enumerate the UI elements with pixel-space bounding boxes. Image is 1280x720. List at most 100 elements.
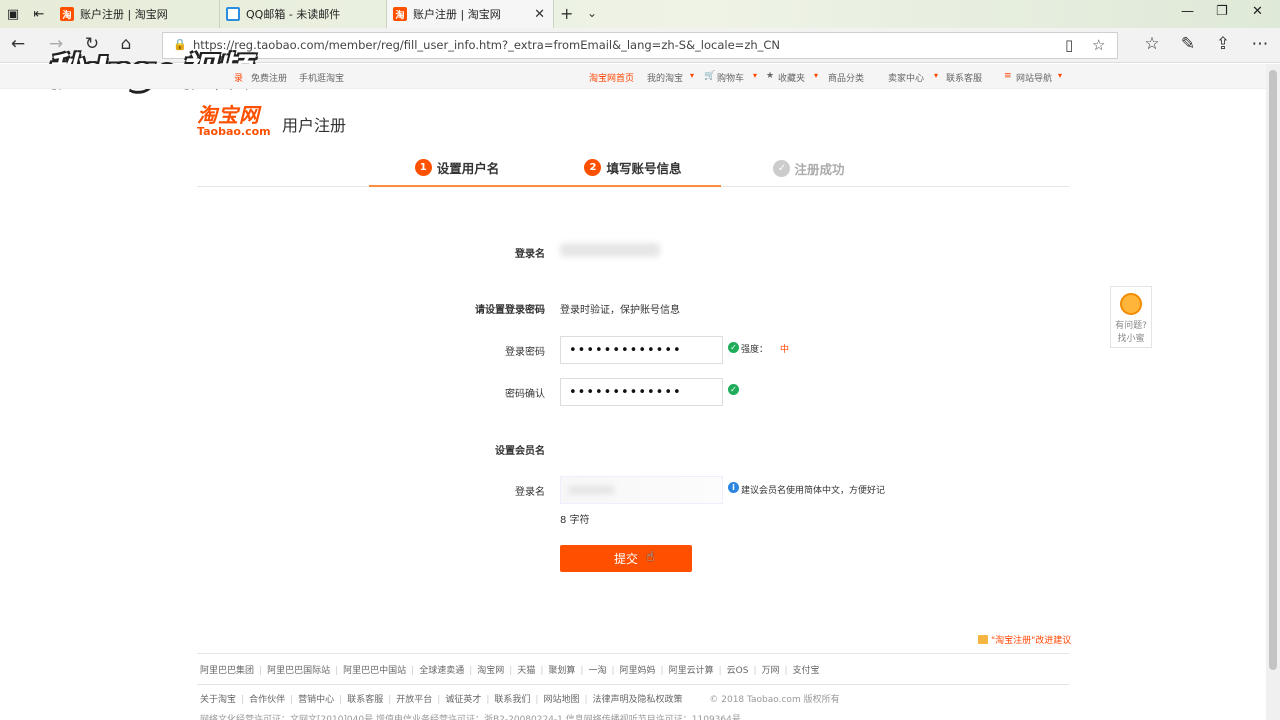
step-fill-account-info: 2 填写账号信息: [545, 150, 721, 187]
favorites-list-icon[interactable]: ☆: [1140, 34, 1164, 54]
tab-actions-icon[interactable]: ▣: [0, 0, 26, 28]
confirm-password-label: 密码确认: [505, 389, 545, 400]
footer-link[interactable]: 全球速卖通: [419, 666, 464, 676]
reading-view-icon[interactable]: ▯: [1065, 36, 1073, 54]
minimize-icon[interactable]: —: [1181, 4, 1194, 19]
step-register-success: ✓ 注册成功: [721, 150, 897, 187]
footer-link[interactable]: 阿里巴巴集团: [200, 666, 254, 676]
footer-link[interactable]: 淘宝网: [477, 666, 504, 676]
license-text: 网络文化经营许可证：文网文[2010]040号 增值电信业务经营许可证：浙B2-…: [200, 715, 741, 720]
login-link[interactable]: 录: [234, 71, 243, 84]
browser-tab-bar: ▣ ⇤ 淘 账户注册 | 淘宝网 QQ邮箱 - 未读邮件 淘 账户注册 | 淘宝…: [0, 0, 1280, 28]
login-name-value-blurred: [560, 243, 660, 257]
taobao-favicon-icon: 淘: [393, 7, 407, 21]
footer-link[interactable]: 联系我们: [494, 695, 530, 705]
close-tab-icon[interactable]: ✕: [534, 7, 545, 22]
favorites-link[interactable]: 收藏夹: [778, 71, 805, 84]
step-label: 注册成功: [794, 162, 845, 177]
mobile-taobao-link[interactable]: 手机逛淘宝: [299, 71, 344, 84]
footer-link[interactable]: 支付宝: [793, 666, 820, 676]
set-tabs-aside-icon[interactable]: ⇤: [26, 0, 52, 28]
password-section-hint: 登录时验证，保护账号信息: [560, 305, 680, 316]
menu-icon: ≡: [1004, 71, 1012, 81]
url-text: https://reg.taobao.com/member/reg/fill_u…: [193, 38, 781, 52]
copyright-text: © 2018 Taobao.com 版权所有: [709, 695, 840, 705]
link-separator: |: [290, 695, 294, 705]
seller-center-link[interactable]: 卖家中心: [888, 71, 924, 84]
link-separator: |: [580, 666, 584, 676]
footer-link[interactable]: 一淘: [588, 666, 606, 676]
contact-support-link[interactable]: 联系客服: [946, 71, 982, 84]
check-icon: ✓: [728, 342, 739, 353]
chevron-down-icon[interactable]: ⌄: [587, 6, 597, 20]
confirm-password-field[interactable]: •••••••••••••: [560, 378, 723, 406]
close-window-icon[interactable]: ✕: [1252, 4, 1263, 19]
favorite-star-icon[interactable]: ☆: [1092, 36, 1105, 54]
pen-notes-icon[interactable]: ✎: [1176, 34, 1200, 54]
scrollbar-thumb[interactable]: [1269, 70, 1277, 670]
logo-en: Taobao.com: [197, 125, 271, 138]
link-separator: |: [335, 666, 339, 676]
footer-link[interactable]: 营销中心: [298, 695, 334, 705]
footer-link[interactable]: 万网: [761, 666, 779, 676]
step-set-username: 1 设置用户名: [369, 150, 545, 187]
address-bar[interactable]: 🔒 https://reg.taobao.com/member/reg/fill…: [162, 32, 1118, 59]
taobao-logo[interactable]: 淘宝网 Taobao.com: [197, 104, 271, 138]
footer-link[interactable]: 阿里妈妈: [620, 666, 656, 676]
check-icon: ✓: [728, 384, 739, 395]
browser-tab-active[interactable]: 淘 账户注册 | 淘宝网 ✕: [387, 0, 554, 28]
info-icon: i: [728, 482, 739, 493]
footer-link[interactable]: 开放平台: [396, 695, 432, 705]
link-separator: |: [753, 666, 757, 676]
password-strength: 强度：中: [741, 345, 790, 355]
member-name-field[interactable]: [560, 476, 723, 504]
help-assistant-widget[interactable]: 有问题? 找小蜜: [1110, 286, 1152, 348]
cart-link[interactable]: 购物车: [717, 71, 744, 84]
link-separator: |: [469, 666, 473, 676]
footer-link[interactable]: 云OS: [727, 666, 749, 676]
link-separator: |: [784, 666, 788, 676]
footer-link[interactable]: 天猫: [517, 666, 535, 676]
link-separator: |: [259, 666, 263, 676]
footer-link[interactable]: 合作伙伴: [249, 695, 285, 705]
chevron-down-icon: ▾: [814, 71, 819, 80]
footer-link[interactable]: 阿里云计算: [669, 666, 714, 676]
link-separator: |: [660, 666, 664, 676]
logo-cn: 淘宝网: [197, 103, 260, 127]
more-menu-icon[interactable]: ⋯: [1248, 34, 1272, 54]
feedback-icon: [978, 635, 988, 644]
member-name-section-label: 设置会员名: [495, 446, 545, 457]
link-separator: |: [535, 695, 539, 705]
footer-link[interactable]: 关于淘宝: [200, 695, 236, 705]
footer-site-links: 关于淘宝 | 合作伙伴 | 营销中心 | 联系客服 | 开放平台 | 诚征英才 | 联系我们 | 网站地图 |…: [200, 692, 840, 705]
step-label: 设置用户名: [436, 161, 500, 176]
taobao-home-link[interactable]: 淘宝网首页: [589, 71, 634, 84]
footer-link[interactable]: 阿里巴巴国际站: [267, 666, 330, 676]
footer-link[interactable]: 网站地图: [543, 695, 579, 705]
browser-tab[interactable]: QQ邮箱 - 未读邮件: [220, 0, 387, 28]
footer-link[interactable]: 诚征英才: [445, 695, 481, 705]
maximize-icon[interactable]: ❐: [1216, 4, 1228, 19]
footer-link[interactable]: 阿里巴巴中国站: [343, 666, 406, 676]
submit-button[interactable]: 提交: [560, 545, 692, 572]
footer-link[interactable]: 联系客服: [347, 695, 383, 705]
back-arrow-icon[interactable]: ←: [6, 34, 30, 54]
password-field[interactable]: •••••••••••••: [560, 336, 723, 364]
tab-title: 账户注册 | 淘宝网: [413, 8, 501, 21]
page-title: 用户注册: [282, 116, 347, 135]
chevron-down-icon: ▾: [753, 71, 758, 80]
categories-link[interactable]: 商品分类: [828, 71, 864, 84]
new-tab-icon[interactable]: +: [560, 4, 573, 23]
feedback-link[interactable]: "淘宝注册"改进建议: [978, 633, 1071, 646]
link-separator: |: [437, 695, 441, 705]
link-separator: |: [339, 695, 343, 705]
free-register-link[interactable]: 免费注册: [251, 71, 287, 84]
browser-tab[interactable]: 淘 账户注册 | 淘宝网: [54, 0, 220, 28]
page-scrollbar[interactable]: [1266, 64, 1280, 720]
site-nav-link[interactable]: 网站导航: [1016, 71, 1052, 84]
share-icon[interactable]: ⇪: [1211, 34, 1235, 54]
footer-link[interactable]: 法律声明及隐私权政策: [593, 695, 683, 705]
footer-link[interactable]: 聚划算: [548, 666, 575, 676]
my-taobao-link[interactable]: 我的淘宝: [647, 71, 683, 84]
member-login-name-label: 登录名: [515, 487, 545, 498]
